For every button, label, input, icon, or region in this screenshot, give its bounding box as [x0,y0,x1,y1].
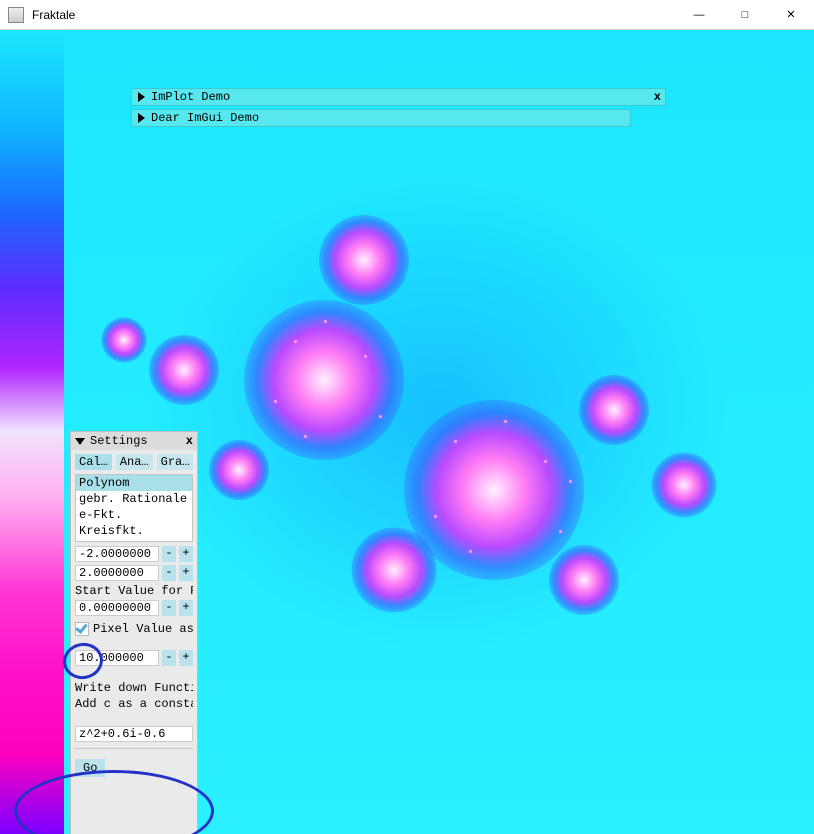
range-min-decrement[interactable]: - [162,546,176,562]
tab-ana[interactable]: Ana… [116,454,153,470]
function-type-listbox[interactable]: Polynom gebr. Rationale e-Fkt. Kreisfkt.… [75,474,193,542]
maximize-button[interactable]: □ [722,0,768,30]
colormap-strip [0,30,64,834]
start-value-increment[interactable]: + [179,600,193,616]
window-title: Fraktale [32,8,75,22]
settings-titlebar[interactable]: Settings x [71,432,197,450]
formula-input[interactable]: z^2+0.6i-0.6 [75,726,193,742]
range-max-decrement[interactable]: - [162,565,176,581]
dearimgui-demo-label: Dear ImGui Demo [151,111,259,125]
implot-demo-label: ImPlot Demo [151,90,230,104]
close-button[interactable]: ✕ [768,0,814,30]
settings-close[interactable]: x [186,434,193,448]
go-button[interactable]: Go [75,759,105,777]
list-item[interactable]: beliebige Fkt [76,539,192,542]
pixel-value-checkbox[interactable]: Pixel Value as [75,622,194,636]
list-item[interactable]: Kreisfkt. [76,523,192,539]
start-value-input[interactable]: 0.00000000 [75,600,159,616]
minimize-button[interactable]: — [676,0,722,30]
iterations-increment[interactable]: + [179,650,193,666]
tab-gra[interactable]: Gra… [157,454,194,470]
client-area: ImPlot Demo x Dear ImGui Demo Settings x… [0,30,814,834]
instruction-line-1: Write down Functi [75,681,193,695]
tab-cal[interactable]: Cal… [75,454,112,470]
list-item[interactable]: e-Fkt. [76,507,192,523]
triangle-right-icon [138,113,145,123]
implot-demo-header[interactable]: ImPlot Demo x [131,88,666,106]
settings-title-text: Settings [90,434,148,448]
settings-tabs: Cal… Ana… Gra… [75,454,193,470]
range-min-increment[interactable]: + [179,546,193,562]
implot-demo-close[interactable]: x [654,90,661,104]
dearimgui-demo-header[interactable]: Dear ImGui Demo [131,109,631,127]
triangle-down-icon [75,438,85,445]
iterations-decrement[interactable]: - [162,650,176,666]
pixel-value-label: Pixel Value as [93,622,194,636]
window-titlebar: Fraktale — □ ✕ [0,0,814,30]
list-item[interactable]: gebr. Rationale [76,491,192,507]
iterations-input[interactable]: 10.000000 [75,650,159,666]
instruction-line-2: Add c as a constan [75,697,193,711]
range-min-input[interactable]: -2.0000000 [75,546,159,562]
list-item[interactable]: Polynom [76,475,192,491]
range-max-increment[interactable]: + [179,565,193,581]
start-value-decrement[interactable]: - [162,600,176,616]
triangle-right-icon [138,92,145,102]
start-value-label: Start Value for Re [75,584,193,598]
app-icon [8,7,24,23]
check-icon [75,622,89,636]
range-max-input[interactable]: 2.0000000 [75,565,159,581]
settings-window[interactable]: Settings x Cal… Ana… Gra… Polynom gebr. … [70,431,198,834]
